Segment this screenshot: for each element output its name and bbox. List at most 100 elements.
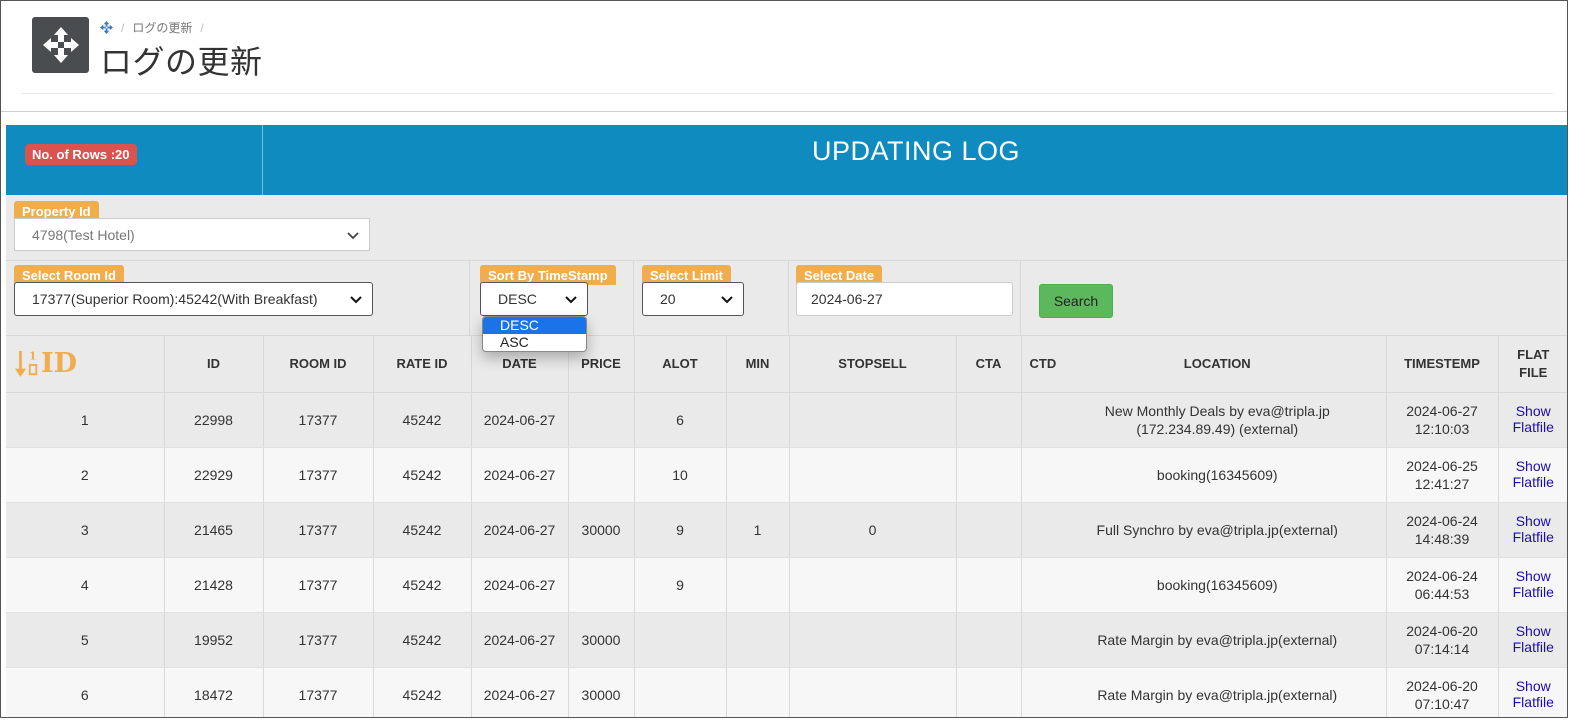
link-text-line: Flatfile: [1512, 529, 1554, 545]
row-id: 22998: [164, 392, 264, 448]
row-timestamp: 2024-06-24 06:44:53: [1386, 557, 1499, 613]
row-ctd: [1021, 502, 1049, 558]
column-header: LOCATION: [1049, 336, 1387, 393]
row-cta: [956, 392, 1022, 448]
show-flatfile-link[interactable]: Show Flatfile: [1513, 568, 1554, 600]
row-date: 2024-06-27: [471, 557, 569, 613]
breadcrumb-separator: /: [200, 20, 204, 35]
row-ctd: [1021, 612, 1049, 668]
link-text-line: Flatfile: [1512, 419, 1554, 435]
select-limit-select[interactable]: 20: [642, 282, 744, 316]
row-ctd: [1021, 392, 1049, 448]
property-id-select[interactable]: 4798(Test Hotel): [14, 218, 370, 251]
table-header-row: 1 ID ID ROOM ID RATE ID DATE PRICE ALOT …: [6, 336, 1567, 393]
row-ctd: [1021, 557, 1049, 613]
row-cta: [956, 557, 1022, 613]
row-min: [726, 667, 790, 717]
move-arrows-icon: [32, 17, 89, 73]
app-window: / ログの更新 / ログの更新 No. of Rows :20 UPDATING…: [0, 0, 1568, 718]
row-timestamp-date: 2024-06-27: [1406, 402, 1478, 419]
show-flatfile-link[interactable]: Show Flatfile: [1513, 513, 1554, 545]
row-min: 1: [726, 502, 790, 558]
sort-timestamp-dropdown[interactable]: DESC ASC: [482, 316, 587, 352]
move-arrows-icon[interactable]: [100, 21, 113, 34]
link-text-line: Flatfile: [1512, 474, 1554, 490]
row-room-id: 17377: [263, 502, 374, 558]
row-alot: 9: [634, 557, 727, 613]
row-timestamp-time: 07:14:14: [1414, 640, 1470, 657]
row-timestamp: 2024-06-24 14:48:39: [1386, 502, 1499, 558]
sort-header[interactable]: 1 ID: [6, 336, 165, 393]
search-button[interactable]: Search: [1039, 284, 1113, 318]
row-number: 4: [6, 557, 165, 613]
link-text-line: Show: [1515, 513, 1551, 529]
row-stopsell: [789, 447, 957, 503]
show-flatfile-link[interactable]: Show Flatfile: [1513, 678, 1554, 710]
chevron-down-icon: [720, 292, 734, 306]
show-flatfile-link[interactable]: Show Flatfile: [1513, 458, 1554, 490]
room-id-value: 17377(Superior Room):45242(With Breakfas…: [32, 291, 318, 307]
row-ctd: [1021, 667, 1049, 717]
divider: [469, 261, 470, 336]
link-text-line: Flatfile: [1512, 694, 1554, 710]
table-row: 4 21428 17377 45242 2024-06-27 9 booking(16345…: [6, 557, 1567, 613]
row-min: [726, 447, 790, 503]
row-id: 19952: [164, 612, 264, 668]
row-rate-id: 45242: [373, 612, 472, 668]
row-timestamp-date: 2024-06-24: [1406, 567, 1478, 584]
date-input[interactable]: 2024-06-27: [796, 282, 1013, 316]
column-header: FLAT FILE: [1498, 336, 1567, 393]
row-id: 22929: [164, 447, 264, 503]
divider: [788, 261, 789, 336]
row-cta: [956, 502, 1022, 558]
row-number: 5: [6, 612, 165, 668]
dropdown-option-asc[interactable]: ASC: [483, 334, 586, 351]
sort-descending-icon[interactable]: 1 ID: [6, 348, 164, 380]
row-timestamp-time: 07:10:47: [1414, 695, 1470, 712]
row-number: 6: [6, 667, 165, 717]
rows-count-badge: No. of Rows :20: [25, 144, 137, 165]
row-alot: 6: [634, 392, 727, 448]
row-price: [568, 447, 635, 503]
row-flatfile: Show Flatfile: [1498, 447, 1567, 503]
row-timestamp: 2024-06-27 12:10:03: [1386, 392, 1499, 448]
row-alot: 10: [634, 447, 727, 503]
room-id-select[interactable]: 17377(Superior Room):45242(With Breakfas…: [14, 282, 373, 316]
show-flatfile-link[interactable]: Show Flatfile: [1513, 403, 1554, 435]
row-alot: 9: [634, 502, 727, 558]
dropdown-option-desc[interactable]: DESC: [483, 317, 586, 334]
row-price: 30000: [568, 502, 635, 558]
row-flatfile: Show Flatfile: [1498, 502, 1567, 558]
sort-id-label: ID: [41, 347, 78, 379]
svg-text:1: 1: [29, 349, 37, 362]
panel-banner: No. of Rows :20 UPDATING LOG: [6, 125, 1567, 195]
row-number: 3: [6, 502, 165, 558]
row-rate-id: 45242: [373, 667, 472, 717]
row-cta: [956, 612, 1022, 668]
table-row: 1 22998 17377 45242 2024-06-27 6 New Monthly D…: [6, 392, 1567, 448]
link-text-line: Show: [1515, 678, 1551, 694]
row-timestamp: 2024-06-20 07:14:14: [1386, 612, 1499, 668]
row-id: 21428: [164, 557, 264, 613]
column-header: RATE ID: [373, 336, 472, 393]
chevron-down-icon: [564, 292, 578, 306]
page-title: ログの更新: [100, 44, 263, 80]
row-stopsell: 0: [789, 502, 957, 558]
row-flatfile: Show Flatfile: [1498, 667, 1567, 717]
property-id-value: 4798(Test Hotel): [32, 226, 135, 243]
row-cta: [956, 667, 1022, 717]
column-header: ID: [164, 336, 264, 393]
divider: [1, 111, 1567, 112]
divider: [633, 261, 634, 336]
show-flatfile-link[interactable]: Show Flatfile: [1513, 623, 1554, 655]
row-rate-id: 45242: [373, 392, 472, 448]
row-ctd: [1021, 447, 1049, 503]
table-row: 2 22929 17377 45242 2024-06-27 10 booking(1634…: [6, 447, 1567, 503]
select-limit-value: 20: [660, 291, 676, 307]
column-header: ALOT: [634, 336, 727, 393]
link-text-line: Show: [1515, 403, 1551, 419]
row-rate-id: 45242: [373, 557, 472, 613]
divider: [21, 93, 1553, 94]
row-stopsell: [789, 392, 957, 448]
sort-timestamp-select[interactable]: DESC: [480, 282, 588, 316]
